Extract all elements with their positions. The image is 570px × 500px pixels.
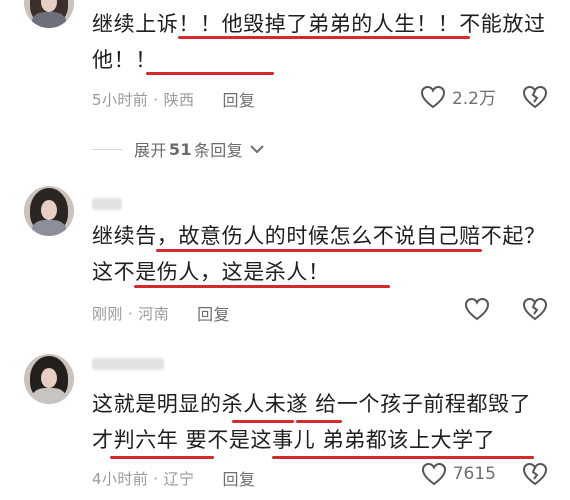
broken-heart-icon[interactable] xyxy=(522,297,548,321)
highlight-underline xyxy=(178,36,470,39)
highlight-underline xyxy=(134,285,390,288)
like-button[interactable]: 7615 xyxy=(421,462,496,486)
avatar[interactable] xyxy=(24,186,74,236)
highlight-underline xyxy=(272,456,534,459)
expand-prefix: 展开 xyxy=(134,141,167,160)
comment-text: 继续上诉！！他毁掉了弟弟的人生！！不能放过他！！ xyxy=(92,12,546,72)
chevron-down-icon xyxy=(250,145,264,154)
reply-button[interactable]: 回复 xyxy=(222,466,255,490)
avatar-body xyxy=(32,12,66,28)
avatar[interactable] xyxy=(24,354,74,404)
broken-heart-icon[interactable] xyxy=(522,462,548,486)
broken-heart-icon[interactable] xyxy=(522,85,548,109)
heart-icon xyxy=(421,462,446,486)
highlight-underline xyxy=(156,249,482,252)
comment-meta: 刚刚 · 河南 回复 xyxy=(92,301,230,325)
avatar-body xyxy=(32,220,66,236)
reply-count: 51 xyxy=(168,139,192,159)
like-count: 7615 xyxy=(452,464,496,484)
location-time: 刚刚 · 河南 xyxy=(92,304,170,323)
avatar-face xyxy=(41,200,57,220)
location-time: 5小时前 · 陕西 xyxy=(92,90,195,109)
username-blurred[interactable] xyxy=(92,198,122,210)
comment-meta: 4小时前 · 辽宁 回复 xyxy=(92,466,255,490)
avatar-body xyxy=(32,388,66,404)
highlight-underline xyxy=(296,420,342,423)
comment-actions: 2.2万 xyxy=(420,84,548,109)
highlight-underline xyxy=(232,420,294,423)
comment-actions xyxy=(464,297,548,321)
avatar-face xyxy=(41,368,57,388)
expand-replies-button[interactable]: 展开 51 条回复 xyxy=(92,137,265,161)
comment-meta: 5小时前 · 陕西 回复 xyxy=(92,87,255,111)
reply-button[interactable]: 回复 xyxy=(197,301,230,325)
comment-actions: 7615 xyxy=(421,462,548,486)
like-button[interactable] xyxy=(464,297,496,321)
avatar[interactable] xyxy=(24,0,74,28)
like-count: 2.2万 xyxy=(451,89,496,109)
highlight-underline xyxy=(110,456,214,459)
username-blurred[interactable] xyxy=(92,358,164,370)
highlight-underline xyxy=(146,72,274,75)
heart-icon xyxy=(464,297,490,321)
heart-icon xyxy=(420,85,445,108)
like-button[interactable]: 2.2万 xyxy=(420,84,496,109)
location-time: 4小时前 · 辽宁 xyxy=(92,469,195,488)
reply-button[interactable]: 回复 xyxy=(222,87,255,111)
expand-suffix: 条回复 xyxy=(193,141,244,160)
divider-line xyxy=(92,148,122,150)
comment-text: 继续告，故意伤人的时候怎么不说自己赔不起？这不是伤人，这是杀人！ xyxy=(92,224,546,284)
